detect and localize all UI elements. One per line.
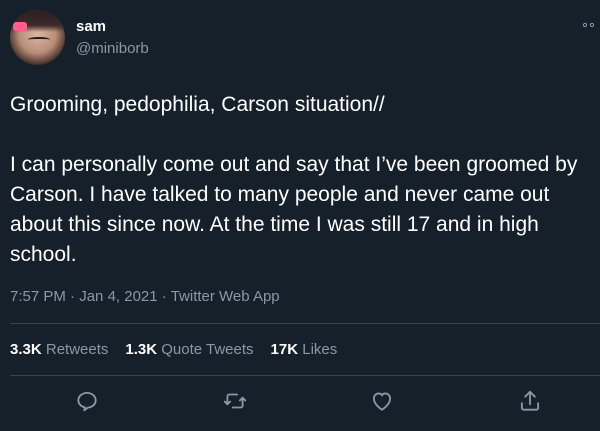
tweet-time[interactable]: 7:57 PM (10, 288, 66, 305)
quote-tweets-stat[interactable]: 1.3K Quote Tweets (125, 341, 253, 358)
tweet-card: sam @miniborb Grooming, pedophilia, Cars… (0, 0, 600, 431)
heart-icon (372, 392, 392, 411)
action-bar (0, 388, 600, 418)
more-icon[interactable] (582, 22, 596, 28)
tweet-meta: 7:57 PM · Jan 4, 2021 · Twitter Web App (10, 288, 280, 305)
tweet-text: Grooming, pedophilia, Carson situation//… (10, 93, 578, 266)
likes-count: 17K (270, 341, 299, 358)
divider-bottom (10, 375, 600, 376)
retweets-label: Retweets (41, 341, 109, 358)
quote-tweets-label: Quote Tweets (157, 341, 254, 358)
meta-separator: · (65, 288, 80, 305)
like-button[interactable] (369, 388, 395, 414)
retweets-stat[interactable]: 3.3K Retweets (10, 341, 108, 358)
likes-label: Likes (298, 341, 338, 358)
display-name[interactable]: sam (76, 18, 106, 35)
share-button[interactable] (517, 388, 543, 414)
meta-separator: · (157, 288, 171, 305)
reply-button[interactable] (74, 388, 100, 414)
more-icon-glyph (582, 22, 595, 28)
share-icon (520, 390, 540, 411)
avatar-eyes (28, 37, 50, 42)
reply-icon (77, 391, 97, 412)
tweet-source[interactable]: Twitter Web App (171, 288, 280, 305)
quote-tweets-count: 1.3K (125, 341, 158, 358)
avatar-bow (13, 22, 27, 31)
tweet-date[interactable]: Jan 4, 2021 (79, 288, 157, 305)
avatar[interactable] (10, 10, 65, 65)
tweet-stats: 3.3K Retweets 1.3K Quote Tweets 17K Likes (10, 341, 354, 358)
user-handle[interactable]: @miniborb (76, 40, 149, 57)
divider-top (10, 323, 600, 324)
retweet-icon (223, 393, 247, 409)
likes-stat[interactable]: 17K Likes (271, 341, 338, 358)
retweets-count: 3.3K (10, 341, 42, 358)
retweet-button[interactable] (222, 388, 248, 414)
